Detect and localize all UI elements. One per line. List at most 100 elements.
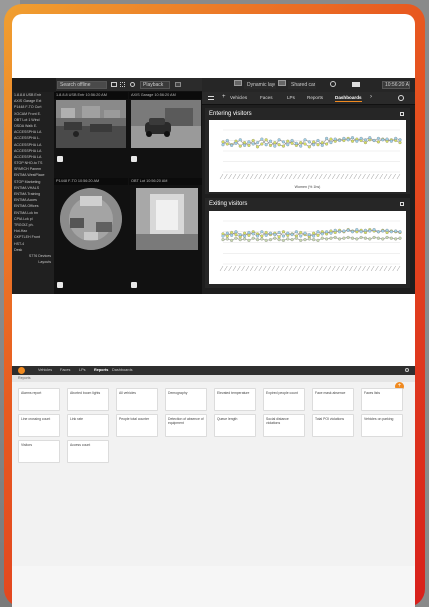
data-point — [303, 238, 307, 242]
report-tile[interactable]: Face mask absence — [312, 388, 354, 411]
report-tile[interactable]: Expired people count — [263, 388, 305, 411]
chart-title: Entering visitors — [209, 111, 252, 117]
moon-icon[interactable] — [398, 95, 404, 101]
nav-vehicles[interactable]: Vehicles — [230, 95, 247, 100]
data-point — [264, 230, 268, 235]
clock-icon[interactable] — [130, 82, 135, 87]
report-tile[interactable]: People total counter — [116, 414, 158, 437]
camera-control-button[interactable] — [131, 156, 137, 162]
data-point — [363, 141, 368, 145]
fisheye-scene — [60, 188, 122, 250]
nav-dashboards[interactable]: Dashboards — [335, 95, 362, 102]
x-tick — [396, 265, 401, 272]
reports-nav-bar: Vehicles Faces LPs Reports Dashboards — [12, 366, 415, 375]
data-point — [346, 228, 350, 232]
data-point — [398, 230, 402, 234]
x-tick — [271, 265, 276, 272]
data-point — [333, 235, 337, 240]
report-tile[interactable]: Link rate — [67, 414, 109, 437]
grid-icon[interactable] — [120, 82, 125, 87]
nav-reports[interactable]: Reports — [94, 368, 108, 372]
data-point — [255, 141, 260, 145]
data-point — [320, 143, 324, 147]
camera-feed-garage[interactable] — [131, 100, 201, 148]
nav-lps[interactable]: LPs — [287, 95, 295, 100]
data-point — [286, 139, 290, 143]
add-icon[interactable]: + — [222, 94, 226, 100]
x-tick — [250, 173, 254, 180]
nav-vehicles[interactable]: Vehicles — [38, 368, 52, 372]
nav-reports[interactable]: Reports — [307, 95, 323, 100]
x-tick — [237, 173, 241, 180]
data-point — [329, 231, 333, 235]
report-tile[interactable]: Access count — [67, 440, 109, 463]
data-point — [359, 235, 363, 240]
data-point — [260, 234, 264, 238]
data-point — [363, 236, 368, 240]
monitor-icon[interactable] — [111, 82, 117, 87]
expand-icon[interactable] — [400, 202, 404, 206]
nav-lps[interactable]: LPs — [79, 368, 86, 372]
report-tile[interactable]: Queue length — [214, 414, 256, 437]
report-tile[interactable]: Demography — [165, 388, 207, 411]
report-tile[interactable]: Vehicles on parking — [361, 414, 403, 437]
report-tile[interactable]: Total POI violations — [312, 414, 354, 437]
settings-icon[interactable] — [330, 81, 336, 87]
data-point — [299, 141, 303, 145]
camera-feed-hallway[interactable] — [136, 188, 198, 250]
chevron-right-icon[interactable]: › — [370, 94, 372, 100]
playback-button[interactable]: Playback — [140, 81, 170, 89]
camera-control-button[interactable] — [131, 282, 137, 288]
data-point — [303, 231, 307, 235]
report-tile[interactable]: Elevated temperature — [214, 388, 256, 411]
camera-feed-office[interactable] — [56, 100, 126, 148]
data-point — [376, 230, 380, 234]
menu-icon[interactable] — [208, 96, 214, 100]
camera-control-button[interactable] — [57, 282, 63, 288]
settings-icon[interactable] — [405, 368, 409, 372]
report-tile[interactable]: All vehicles — [116, 388, 158, 411]
report-tile[interactable]: Social distance violations — [263, 414, 305, 437]
report-tile[interactable]: Aborted boom lights — [67, 388, 109, 411]
data-point — [255, 234, 260, 238]
nav-faces[interactable]: Faces — [260, 95, 273, 100]
camera-grid: 1.8.8.8 USB Entr 10:56:20 AM AXIS Garage… — [54, 92, 202, 294]
view-icon[interactable] — [352, 82, 360, 87]
x-tick — [280, 173, 284, 180]
report-tile[interactable]: Alarms report — [18, 388, 60, 411]
shared-tab-icon[interactable] — [278, 80, 286, 86]
nav-dashboards[interactable]: Dashboards — [112, 368, 132, 372]
data-point — [221, 140, 225, 144]
data-point — [251, 138, 255, 143]
report-tile[interactable]: Detection of absence of equipment — [165, 414, 207, 437]
camera-control-button[interactable] — [57, 156, 63, 162]
data-point — [281, 234, 285, 238]
garage-scene — [131, 100, 201, 148]
layout-tab-icon[interactable] — [234, 80, 242, 86]
nav-faces[interactable]: Faces — [60, 368, 70, 372]
data-point — [230, 143, 234, 147]
camera-header: AXIS Garage 10:56:20 AM — [129, 92, 202, 99]
search-input[interactable]: Search offline — [57, 81, 107, 89]
data-point — [290, 141, 294, 145]
x-tick — [353, 173, 358, 180]
x-tick — [228, 265, 232, 272]
x-tick — [319, 265, 323, 272]
camera-list-footer[interactable]: Layouts — [12, 259, 54, 265]
data-point — [273, 236, 277, 240]
tab-dynamic-layout[interactable]: Dynamic layout — [244, 81, 276, 89]
tab-shared-cameras[interactable]: Shared cameras — [288, 81, 316, 89]
data-point — [230, 230, 234, 235]
camera-feed-fisheye[interactable] — [60, 188, 122, 250]
layout-icon[interactable] — [175, 82, 181, 87]
x-tick — [314, 173, 319, 180]
dashboard-nav: + Vehicles Faces LPs Reports Dashboards … — [202, 92, 415, 105]
report-tile[interactable]: Visitors — [18, 440, 60, 463]
report-tile[interactable]: Line crossing count — [18, 414, 60, 437]
data-point — [290, 138, 294, 143]
data-point — [338, 230, 342, 234]
data-point — [277, 238, 281, 242]
data-point — [294, 236, 298, 240]
expand-icon[interactable] — [400, 112, 404, 116]
report-tile[interactable]: Faces lists — [361, 388, 403, 411]
